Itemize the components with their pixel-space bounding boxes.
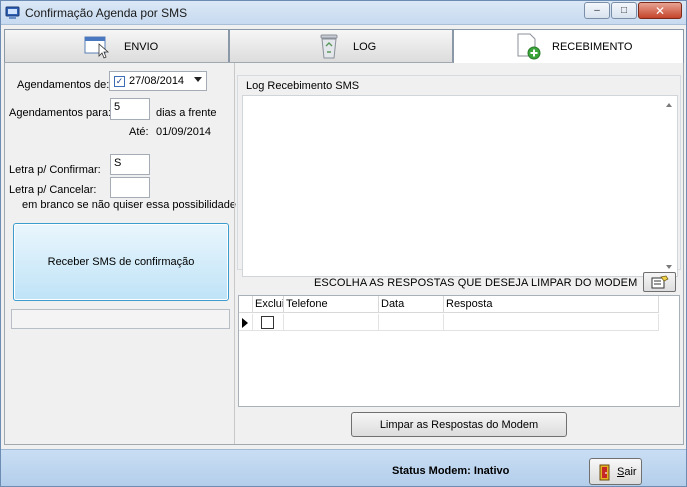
close-icon: ✕ bbox=[654, 3, 666, 18]
grid-cell-telefone[interactable] bbox=[283, 314, 378, 331]
status-bar: Status Modem: Inativo Sair bbox=[1, 449, 686, 486]
date-checkbox[interactable]: ✓ bbox=[114, 76, 125, 87]
minimize-icon: ‒ bbox=[594, 5, 600, 16]
exit-label-rest: air bbox=[624, 466, 637, 478]
tab-strip: ENVIO LOG RECEBIMENTO bbox=[4, 29, 684, 63]
cancel-letter-input[interactable] bbox=[110, 177, 150, 198]
choose-responses-label: ESCOLHA AS RESPOSTAS QUE DESEJA LIMPAR D… bbox=[314, 277, 638, 289]
confirm-letter-label: Letra p/ Confirmar: bbox=[9, 164, 101, 176]
modem-status: Status Modem: Inativo bbox=[392, 465, 510, 477]
receive-sms-button[interactable]: Receber SMS de confirmação bbox=[13, 223, 229, 301]
grid-header: Exclui Telefone Data Resposta bbox=[239, 296, 659, 313]
tab-envio-label: ENVIO bbox=[124, 41, 159, 53]
grid-cell-resposta[interactable] bbox=[443, 314, 659, 331]
confirm-letter-input[interactable]: S bbox=[110, 154, 150, 175]
minimize-button[interactable]: ‒ bbox=[584, 2, 610, 19]
cancel-hint: em branco se não quiser essa possibilida… bbox=[22, 199, 237, 211]
exit-button-label: Sair bbox=[617, 466, 637, 478]
document-add-icon bbox=[517, 33, 541, 60]
receive-sms-button-label: Receber SMS de confirmação bbox=[47, 256, 195, 268]
row-exclude-checkbox[interactable] bbox=[261, 316, 274, 329]
progress-bar bbox=[11, 309, 230, 329]
cancel-letter-label: Letra p/ Cancelar: bbox=[9, 184, 97, 196]
scroll-down-icon[interactable] bbox=[666, 265, 672, 269]
agendamentos-para-label: Agendamentos para: bbox=[9, 107, 112, 119]
window-title: Confirmação Agenda por SMS bbox=[25, 6, 188, 20]
grid-col-exclui: Exclui bbox=[252, 296, 284, 313]
tab-log[interactable]: LOG bbox=[229, 29, 453, 62]
clear-modem-responses-label: Limpar as Respostas do Modem bbox=[379, 418, 539, 431]
maximize-icon: □ bbox=[620, 5, 628, 16]
tab-recebimento-label: RECEBIMENTO bbox=[552, 41, 633, 53]
grid-col-telefone: Telefone bbox=[283, 296, 378, 313]
exit-button[interactable]: Sair bbox=[589, 458, 642, 485]
grid-col-data: Data bbox=[378, 296, 443, 313]
recycle-bin-icon bbox=[320, 34, 338, 59]
grid-cell-data[interactable] bbox=[378, 314, 443, 331]
exit-door-icon bbox=[599, 464, 610, 481]
responses-grid[interactable]: Exclui Telefone Data Resposta bbox=[238, 295, 680, 407]
date-value: 27/08/2014 bbox=[129, 75, 185, 87]
chevron-down-icon[interactable] bbox=[194, 77, 202, 82]
tab-content: Agendamentos de: ✓ 27/08/2014 Agendament… bbox=[4, 62, 684, 445]
right-panel: Log Recebimento SMS ESCOLHA AS RESPOSTAS… bbox=[234, 63, 683, 444]
tab-log-label: LOG bbox=[353, 41, 377, 53]
close-button[interactable]: ✕ bbox=[638, 2, 682, 19]
ate-label: Até: bbox=[129, 126, 149, 138]
tab-recebimento[interactable]: RECEBIMENTO bbox=[453, 29, 684, 63]
maximize-button[interactable]: □ bbox=[611, 2, 637, 19]
days-suffix-label: dias a frente bbox=[156, 107, 217, 119]
left-panel: Agendamentos de: ✓ 27/08/2014 Agendament… bbox=[5, 63, 237, 444]
scroll-up-icon[interactable] bbox=[666, 103, 672, 107]
tab-envio[interactable]: ENVIO bbox=[4, 29, 229, 62]
log-group-title: Log Recebimento SMS bbox=[244, 80, 362, 92]
main-window: Confirmação Agenda por SMS ‒ □ ✕ ENVIO L… bbox=[0, 0, 687, 487]
ate-value: 01/09/2014 bbox=[156, 126, 212, 138]
date-picker[interactable]: ✓ 27/08/2014 bbox=[109, 71, 207, 91]
agendamentos-de-label: Agendamentos de: bbox=[17, 79, 110, 91]
window-cursor-icon bbox=[84, 36, 110, 59]
row-pointer-icon bbox=[242, 318, 248, 328]
title-bar: Confirmação Agenda por SMS ‒ □ ✕ bbox=[1, 1, 686, 25]
clear-modem-responses-button[interactable]: Limpar as Respostas do Modem bbox=[351, 412, 567, 437]
log-scrollbar[interactable] bbox=[662, 96, 677, 276]
table-row[interactable] bbox=[239, 314, 659, 331]
days-input[interactable]: 5 bbox=[110, 98, 150, 120]
app-sms-icon bbox=[5, 6, 20, 19]
grid-col-resposta: Resposta bbox=[443, 296, 659, 313]
log-group: Log Recebimento SMS bbox=[237, 75, 681, 277]
log-textarea[interactable] bbox=[242, 95, 678, 277]
select-responses-button[interactable] bbox=[643, 272, 676, 292]
checklist-hand-icon bbox=[651, 275, 669, 289]
